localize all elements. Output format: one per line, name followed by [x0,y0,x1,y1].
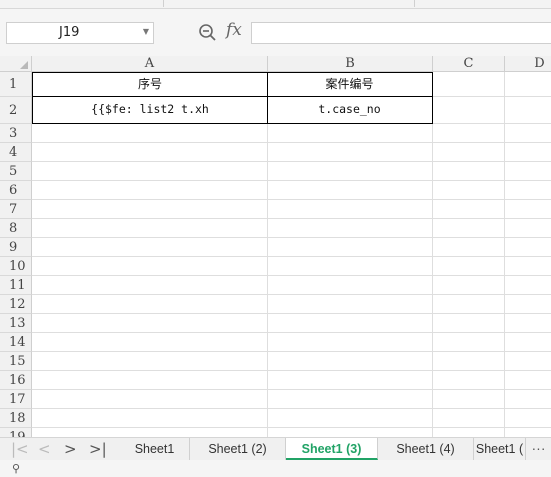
row-header-17[interactable]: 17 [0,390,32,409]
row-header-11[interactable]: 11 [0,276,32,295]
row-header-1[interactable]: 1 [0,72,32,97]
row-header-18[interactable]: 18 [0,409,32,428]
row-gridline [32,237,551,238]
top-toolbar-strip [0,0,551,9]
row-header-4[interactable]: 4 [0,143,32,162]
status-bar: ⚲ [0,460,551,477]
spreadsheet-grid[interactable]: A B C D 1 2 3 4 5 6 7 8 9 10 11 12 13 14… [0,56,551,437]
prev-sheet-icon[interactable]: < [38,440,51,458]
select-all-corner[interactable] [0,56,32,72]
row-header-16[interactable]: 16 [0,371,32,390]
row-header-5[interactable]: 5 [0,162,32,181]
cell-a1[interactable]: 序号 [32,72,268,97]
row-header-6[interactable]: 6 [0,181,32,200]
first-sheet-icon[interactable]: |< [11,440,29,458]
cell-b1[interactable]: 案件编号 [267,72,433,97]
row-header-19[interactable]: 19 [0,428,32,437]
sheet-tab-bar: |< < > >| Sheet1 Sheet1 (2) Sheet1 (3) S… [0,437,551,460]
sheet-tab-3[interactable]: Sheet1 (3) [286,438,378,460]
row-gridline [32,408,551,409]
name-box[interactable]: J19 ▼ [6,22,154,44]
cell-a2[interactable]: {{$fe: list2 t.xh [32,96,268,124]
row-gridline [32,313,551,314]
key-icon[interactable]: ⚲ [12,462,20,475]
column-gridline [432,72,433,437]
row-gridline [32,332,551,333]
name-box-value: J19 [59,25,80,40]
column-header-a[interactable]: A [32,56,268,72]
row-gridline [32,275,551,276]
row-header-14[interactable]: 14 [0,333,32,352]
row-gridline [32,427,551,428]
row-gridline [32,351,551,352]
row-gridline [32,180,551,181]
row-header-2[interactable]: 2 [0,97,32,124]
row-header-7[interactable]: 7 [0,200,32,219]
cell-b2[interactable]: t.case_no [267,96,433,124]
row-gridline [32,256,551,257]
row-header-9[interactable]: 9 [0,238,32,257]
row-gridline [32,161,551,162]
toolbar-segment [164,0,415,7]
sheet-tab-4[interactable]: Sheet1 (4) [378,438,474,460]
row-header-12[interactable]: 12 [0,295,32,314]
sheet-tab-2[interactable]: Sheet1 (2) [190,438,286,460]
row-gridline [32,389,551,390]
row-header-13[interactable]: 13 [0,314,32,333]
toolbar-segment [0,0,164,7]
row-header-15[interactable]: 15 [0,352,32,371]
row-header-3[interactable]: 3 [0,124,32,143]
sheet-tab-5[interactable]: Sheet1 ( [474,438,526,460]
formula-input[interactable] [251,22,551,44]
row-gridline [32,142,551,143]
row-header-10[interactable]: 10 [0,257,32,276]
column-header-b[interactable]: B [268,56,433,72]
column-header-d[interactable]: D [505,56,551,72]
formula-bar: J19 ▼ fx [0,9,551,56]
column-header-c[interactable]: C [433,56,505,72]
sheet-tab-1[interactable]: Sheet1 [120,438,190,460]
row-gridline [32,218,551,219]
row-gridline [32,370,551,371]
row-gridline [32,294,551,295]
row-gridline [32,199,551,200]
chevron-down-icon[interactable]: ▼ [143,27,149,36]
column-gridline [267,72,268,437]
more-tabs-button[interactable]: ··· [525,438,551,460]
column-gridline [504,72,505,437]
last-sheet-icon[interactable]: >| [89,440,107,458]
next-sheet-icon[interactable]: > [64,440,77,458]
fx-icon[interactable]: fx [226,20,242,40]
zoom-icon[interactable] [198,23,218,43]
row-header-8[interactable]: 8 [0,219,32,238]
